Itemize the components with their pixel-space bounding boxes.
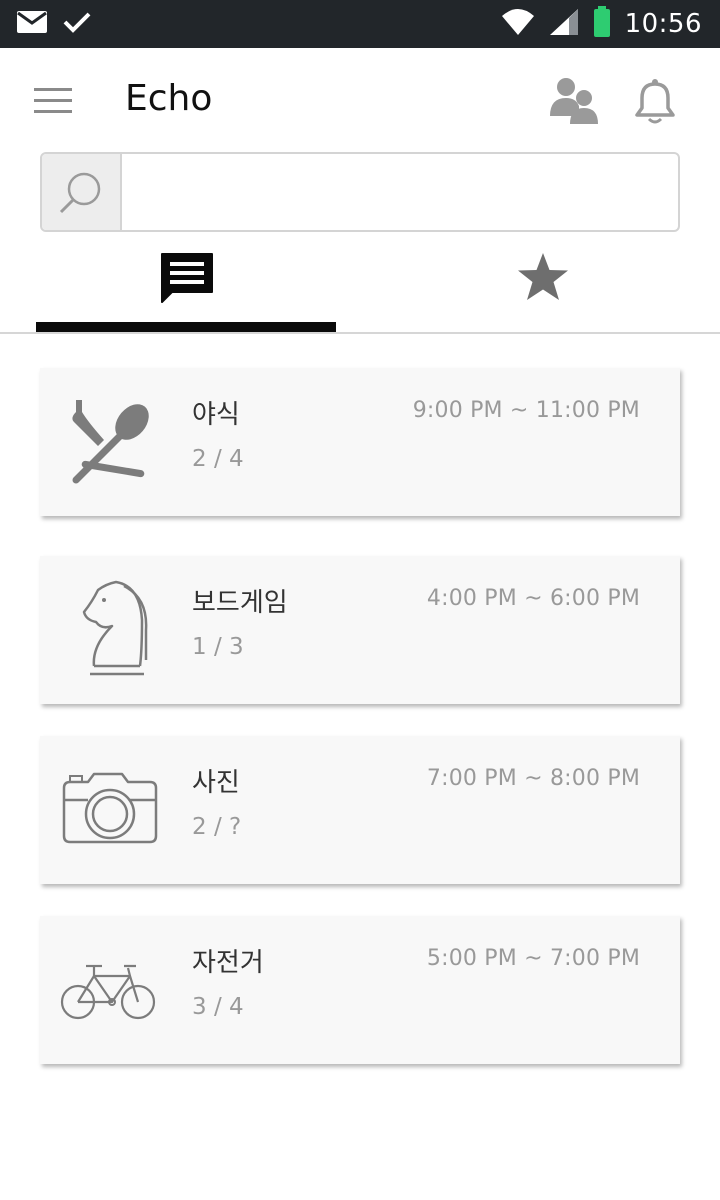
card-count: 2 / 4 [192, 446, 244, 472]
wifi-icon [501, 8, 535, 40]
card-count: 1 / 3 [192, 634, 244, 660]
menu-icon-line [34, 99, 72, 102]
notifications-button[interactable] [634, 78, 676, 126]
status-time: 10:56 [624, 9, 702, 39]
activity-card[interactable]: 자전거 3 / 4 5:00 PM ~ 7:00 PM [40, 916, 680, 1064]
card-time: 9:00 PM ~ 11:00 PM [412, 398, 640, 423]
activity-card[interactable]: 보드게임 1 / 3 4:00 PM ~ 6:00 PM [40, 556, 680, 704]
mail-icon [16, 10, 48, 38]
chess-knight-icon [58, 580, 158, 680]
card-count: 3 / 4 [192, 994, 244, 1020]
tab-chat[interactable] [36, 240, 336, 332]
battery-icon [593, 6, 611, 42]
tab-active-indicator [36, 322, 336, 332]
camera-icon [58, 760, 158, 860]
search-button[interactable] [42, 154, 122, 230]
search-bar [40, 152, 680, 232]
star-icon [518, 253, 568, 300]
tab-bar [0, 240, 720, 334]
card-time: 5:00 PM ~ 7:00 PM [426, 946, 640, 971]
card-count: 2 / ? [192, 814, 242, 840]
tab-favorites[interactable] [394, 240, 694, 332]
fork-spoon-icon [58, 392, 158, 492]
status-bar: 10:56 [0, 0, 720, 48]
status-bar-right: 10:56 [501, 6, 702, 42]
bell-icon [635, 79, 675, 124]
app-bar: Echo [0, 48, 720, 152]
check-icon [62, 10, 92, 38]
card-title: 야식 [192, 400, 240, 430]
chat-icon [161, 253, 213, 303]
people-button[interactable] [548, 76, 602, 126]
status-bar-left [16, 8, 92, 40]
activity-card[interactable]: 사진 2 / ? 7:00 PM ~ 8:00 PM [40, 736, 680, 884]
search-icon [59, 172, 101, 214]
search-input[interactable] [124, 154, 678, 230]
card-title: 보드게임 [192, 588, 288, 618]
card-title: 자전거 [192, 948, 264, 978]
bicycle-icon [58, 940, 158, 1040]
card-time: 7:00 PM ~ 8:00 PM [426, 766, 640, 791]
app-title: Echo [125, 78, 213, 119]
menu-icon-line [34, 110, 72, 113]
activity-card[interactable]: 야식 2 / 4 9:00 PM ~ 11:00 PM [40, 368, 680, 516]
card-title: 사진 [192, 768, 240, 798]
signal-icon [549, 8, 579, 40]
menu-icon-line [34, 88, 72, 91]
card-time: 4:00 PM ~ 6:00 PM [426, 586, 640, 611]
menu-button[interactable] [34, 88, 72, 116]
people-icon [550, 78, 598, 124]
